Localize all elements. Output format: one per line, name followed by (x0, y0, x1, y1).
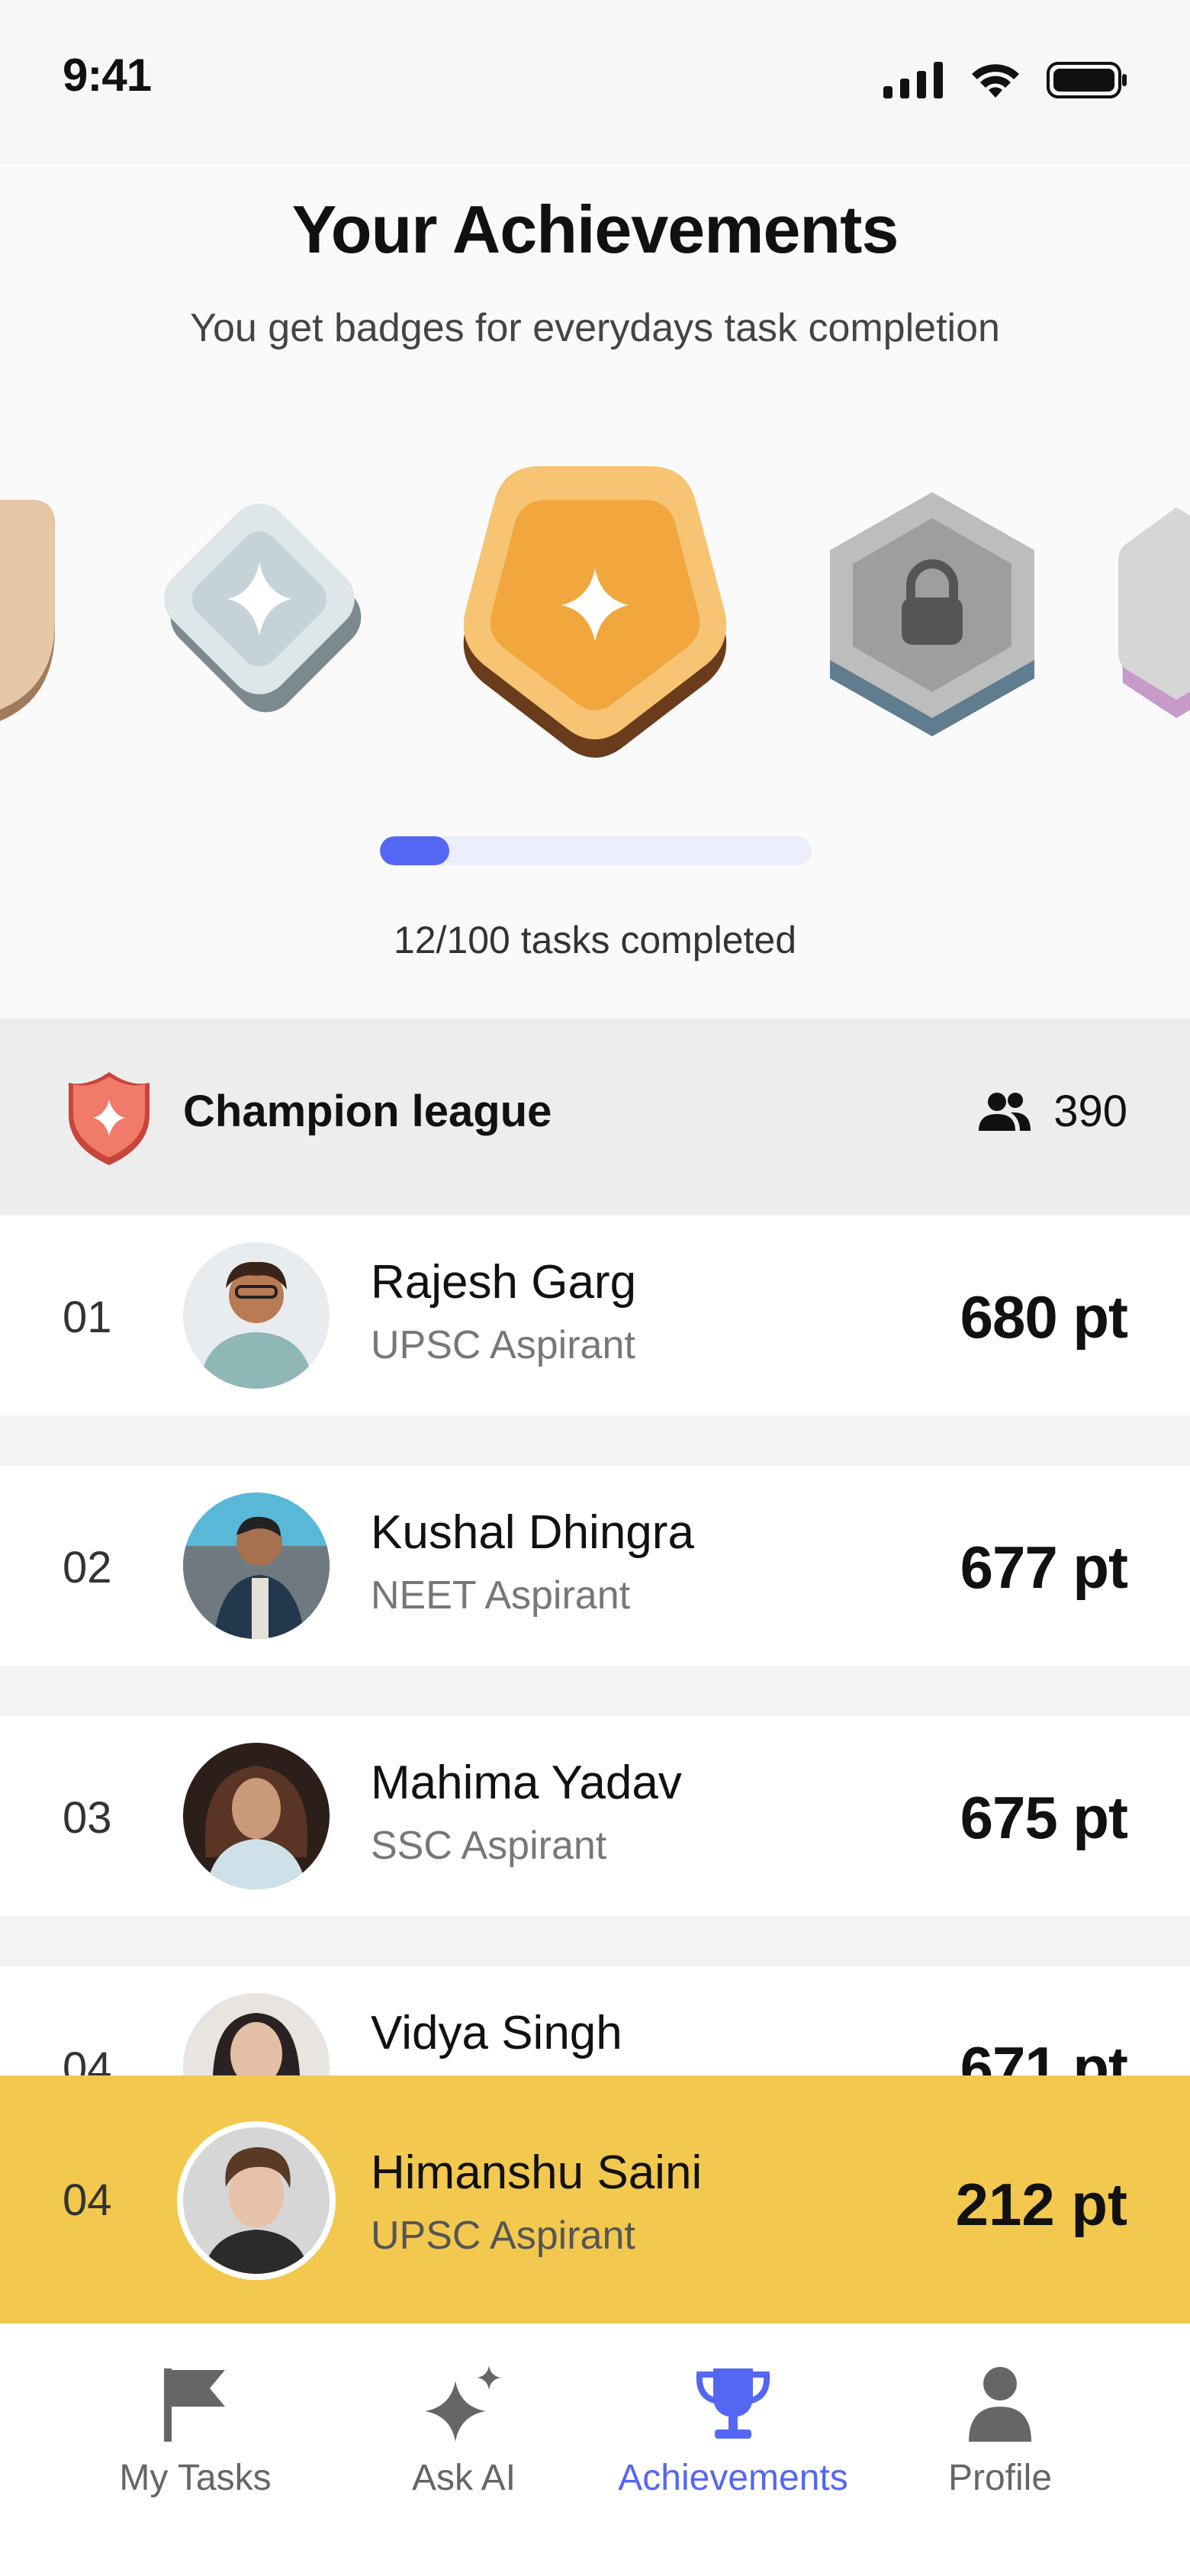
signal-icon (883, 62, 943, 98)
tab-label: Achievements (618, 2458, 848, 2498)
current-user-avatar (177, 2121, 336, 2280)
tab-my-tasks[interactable]: My Tasks (62, 2358, 329, 2499)
tab-achievements[interactable]: Achievements (600, 2358, 867, 2499)
row-role: UPSC Aspirant (371, 1323, 635, 1367)
row-divider (0, 1916, 1190, 1966)
row-rank: 02 (63, 1543, 112, 1592)
current-user-points: 212 pt (955, 2171, 1127, 2238)
current-user-rank: 04 (63, 2175, 112, 2225)
wifi-icon (972, 64, 1019, 98)
league-member-count: 390 (979, 1086, 1127, 1137)
row-points: 680 pt (960, 1283, 1128, 1351)
row-name: Vidya Singh (371, 2007, 622, 2059)
leaderboard-row[interactable]: 01 Rajesh Garg UPSC Aspirant 680 pt (0, 1216, 1190, 1415)
leaderboard-row[interactable]: 02 Kushal Dhingra NEET Aspirant 677 pt (0, 1466, 1190, 1666)
row-role: SSC Aspirant (371, 1824, 607, 1868)
current-user-row[interactable]: 04 Himanshu Saini UPSC Aspirant 212 pt (0, 2075, 1190, 2323)
row-rank: 01 (63, 1293, 112, 1342)
current-user-name: Himanshu Saini (371, 2146, 703, 2199)
status-icons (883, 61, 1127, 99)
trophy-icon (696, 2368, 770, 2439)
row-points: 677 pt (960, 1534, 1128, 1601)
row-name: Kushal Dhingra (371, 1506, 694, 1559)
avatar (183, 1743, 330, 1889)
leaderboard-row[interactable]: 03 Mahima Yadav SSC Aspirant 675 pt (0, 1716, 1190, 1916)
locked-badge-icon[interactable] (818, 485, 1047, 748)
status-bar: 9:41 (0, 0, 1190, 164)
tab-ask-ai[interactable]: Ask AI (330, 2358, 597, 2499)
partial-badge-icon[interactable] (1115, 507, 1190, 736)
tab-label: Ask AI (411, 2458, 516, 2498)
flag-icon (164, 2368, 225, 2442)
member-count-value: 390 (1053, 1087, 1127, 1136)
partial-badge-icon[interactable] (0, 500, 61, 729)
row-divider (0, 1666, 1190, 1716)
progress-text: 12/100 tasks completed (393, 919, 797, 961)
row-rank: 03 (63, 1793, 112, 1843)
row-name: Rajesh Garg (371, 1256, 637, 1309)
current-user-role: UPSC Aspirant (371, 2214, 635, 2258)
row-name: Mahima Yadav (371, 1757, 682, 1809)
page-subtitle: You get badges for everydays task comple… (190, 306, 1000, 350)
task-progress-fill (380, 836, 449, 865)
league-header[interactable]: Champion league 390 (0, 1019, 1190, 1216)
battery-icon (1047, 62, 1127, 98)
gold-star-badge-icon[interactable] (449, 462, 741, 771)
avatar (183, 1242, 330, 1389)
tab-profile[interactable]: Profile (867, 2358, 1134, 2499)
task-progress-bar (380, 836, 812, 865)
league-name: Champion league (183, 1087, 552, 1136)
row-role: NEET Aspirant (371, 1573, 631, 1618)
tab-label: Profile (947, 2458, 1053, 2498)
row-points: 675 pt (960, 1784, 1128, 1851)
silver-star-badge-icon[interactable] (136, 485, 383, 748)
tab-label: My Tasks (119, 2458, 272, 2498)
bottom-tab-bar: My Tasks Ask AI Achievements Profile (0, 2323, 1190, 2576)
status-time: 9:41 (63, 50, 152, 101)
person-icon (969, 2367, 1031, 2442)
avatar (183, 1492, 330, 1639)
league-shield-icon (69, 1072, 150, 1165)
row-divider (0, 1415, 1190, 1466)
sparkle-icon (425, 2365, 501, 2442)
users-icon (979, 1092, 1031, 1131)
page-title: Your Achievements (291, 192, 899, 267)
